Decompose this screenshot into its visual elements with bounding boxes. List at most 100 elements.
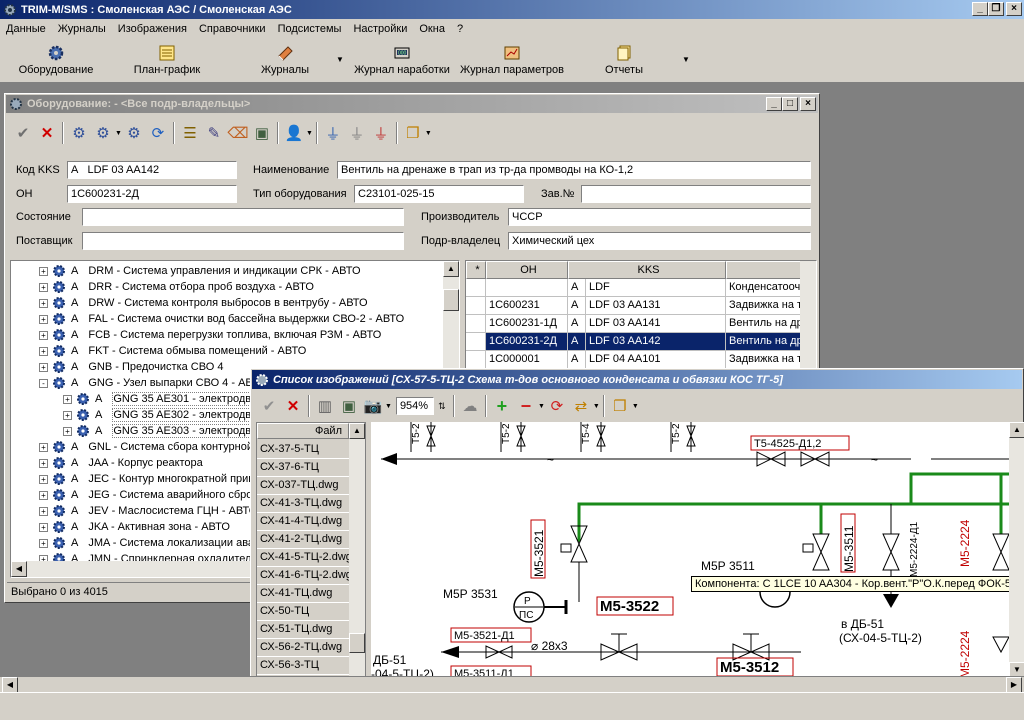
grid-cell-on[interactable]: 1С600231-1Д <box>486 315 568 333</box>
expand-icon[interactable]: + <box>39 362 48 372</box>
menu-item-5[interactable]: Настройки <box>347 23 413 35</box>
file-row[interactable]: СХ-50-ТЦ <box>257 603 349 621</box>
expand-icon[interactable]: + <box>39 346 48 356</box>
cloud-icon[interactable]: ☁ <box>458 394 482 418</box>
plan-button[interactable]: План-график <box>124 42 210 82</box>
collapse-icon[interactable]: - <box>39 378 48 388</box>
file-row[interactable]: СХ-51-ТЦ.dwg <box>257 621 349 639</box>
tree-node[interactable]: + A DRM - Система управления и индикации С… <box>11 263 361 279</box>
grid-cell-on[interactable]: 1С000001 <box>486 351 568 369</box>
confirm-icon[interactable]: ✔ <box>11 121 35 145</box>
tree-node[interactable]: + A DRW - Система контроля выбросов в вент… <box>11 295 368 311</box>
reports-dropdown-arrow[interactable]: ▼ <box>682 55 690 64</box>
remove-dropdown[interactable]: ▼ <box>538 403 545 410</box>
drawing-scroll-up[interactable]: ▲ <box>1009 422 1024 438</box>
menu-item-3[interactable]: Справочники <box>193 23 272 35</box>
equipment-window-title-bar[interactable]: Оборудование: - <Все подр-владельцы> _ □… <box>6 95 818 113</box>
tree-node[interactable]: + A FCB - Система перегрузки топлива, вклю… <box>11 327 381 343</box>
expand-icon[interactable]: + <box>39 314 48 324</box>
tree-node[interactable]: + A JKA - Активная зона - АВТО <box>11 519 230 535</box>
file-row[interactable]: СХ-037-ТЦ.dwg <box>257 477 349 495</box>
expand-icon[interactable]: + <box>63 426 72 436</box>
scheme-drawing[interactable]: Т5-2 Т5-2 Т5-4 Т5-2 Т5-4525-Д1,2 ~ ~ М5-… <box>371 422 1011 678</box>
edit-icon[interactable]: ✎ <box>202 121 226 145</box>
tree-node[interactable]: + A JAA - Корпус реактора <box>11 455 203 471</box>
eq-close-button[interactable]: × <box>800 97 816 111</box>
file-row[interactable]: СХ-41-3-ТЦ.dwg <box>257 495 349 513</box>
file-scroll-up[interactable]: ▲ <box>349 423 365 439</box>
img-camera-dropdown[interactable]: ▼ <box>385 403 392 410</box>
grid-header-kks[interactable]: KKS <box>568 261 726 279</box>
zoom-field[interactable]: 954% <box>395 397 434 415</box>
cancel-icon[interactable]: ✕ <box>35 121 59 145</box>
refresh-icon[interactable]: ⟳ <box>146 121 170 145</box>
file-row[interactable]: СХ-37-5-ТЦ <box>257 441 349 459</box>
tree-node[interactable]: + A JEV - Маслосистема ГЦН - АВТО <box>11 503 257 519</box>
gear-settings-icon[interactable]: ⚙ <box>122 121 146 145</box>
menu-item-4[interactable]: Подсистемы <box>272 23 348 35</box>
grid-row-marker[interactable] <box>466 333 486 351</box>
tree-node[interactable]: + A JMA - Система локализации аварий <box>11 535 272 551</box>
image-icon[interactable]: ▣ <box>250 121 274 145</box>
drawing-vscrollbar[interactable]: ▲ ▼ <box>1009 422 1024 678</box>
image-window-title-bar[interactable]: Список изображений [СХ-57-5-ТЦ-2 Схема т… <box>252 370 1022 389</box>
filter-off-icon[interactable]: ⏚ <box>345 121 369 145</box>
app-scroll-left[interactable]: ◀ <box>2 677 18 693</box>
eq-minimize-button[interactable]: _ <box>766 97 782 111</box>
grid-cell-a[interactable]: A <box>568 333 586 351</box>
app-title-bar[interactable]: TRIM-M/SMS : Смоленская АЭС / Смоленская… <box>0 0 1024 19</box>
filter-clear-icon[interactable]: ⏚ <box>369 121 393 145</box>
equipment-button[interactable]: Оборудование <box>14 42 98 82</box>
eq-maximize-button[interactable]: □ <box>782 97 798 111</box>
grid-cell-a[interactable]: A <box>568 279 586 297</box>
grid-header-on[interactable]: ОН <box>486 261 568 279</box>
grid-cell-name[interactable]: Задвижка на трубопроводе <box>726 297 806 315</box>
gear-green-icon[interactable]: ⚙ <box>91 121 115 145</box>
user-dropdown-arrow[interactable]: ▼ <box>306 130 313 137</box>
grid-row-marker[interactable] <box>466 297 486 315</box>
img-frame-icon[interactable]: ▥ <box>313 394 337 418</box>
tree-node[interactable]: + A GNB - Предочистка СВО 4 <box>11 359 223 375</box>
file-row[interactable]: СХ-37-6-ТЦ <box>257 459 349 477</box>
grid-cell-kks[interactable]: LDF 03 AA131 <box>586 297 726 315</box>
close-button[interactable]: × <box>1006 2 1022 16</box>
app-scroll-right[interactable]: ▶ <box>1006 677 1022 693</box>
grid-cell-name[interactable]: Вентиль на дренаже <box>726 315 806 333</box>
menu-item-7[interactable]: ? <box>451 23 469 35</box>
app-hscrollbar[interactable]: ◀ ▶ <box>0 676 1024 693</box>
file-scroll-thumb[interactable] <box>349 633 365 653</box>
expand-icon[interactable]: + <box>39 506 48 516</box>
tree-node[interactable]: - A GNG - Узел выпарки СВО 4 - АВТО <box>11 375 267 391</box>
restore-button[interactable]: ❐ <box>988 2 1004 16</box>
maker-field[interactable]: ЧССР <box>508 208 811 226</box>
file-row[interactable]: СХ-56-3-ТЦ <box>257 657 349 675</box>
expand-icon[interactable]: + <box>39 442 48 452</box>
file-row[interactable]: СХ-41-4-ТЦ.dwg <box>257 513 349 531</box>
file-row[interactable]: СХ-41-5-ТЦ-2.dwg <box>257 549 349 567</box>
expand-icon[interactable]: + <box>39 330 48 340</box>
grid-vscrollbar[interactable] <box>800 261 816 371</box>
swap-dropdown[interactable]: ▼ <box>593 403 600 410</box>
params-journal-button[interactable]: Журнал параметров <box>456 42 568 82</box>
list-icon[interactable]: ☰ <box>178 121 202 145</box>
owner-field[interactable]: Химический цех <box>508 232 811 250</box>
grid-row-marker[interactable] <box>466 315 486 333</box>
grid-cell-on[interactable]: 1С600231-2Д <box>486 333 568 351</box>
zoom-spinner[interactable]: ⇅ <box>434 394 450 418</box>
grid-row-marker[interactable] <box>466 351 486 369</box>
on-field[interactable]: 1С600231-2Д <box>67 185 237 203</box>
grid-header-name[interactable] <box>726 261 806 279</box>
swap-icon[interactable]: ⇄ <box>569 394 593 418</box>
kks-field[interactable]: A LDF 03 AA142 <box>67 161 237 179</box>
file-row[interactable]: СХ-41-6-ТЦ-2.dwg <box>257 567 349 585</box>
minimize-button[interactable]: _ <box>972 2 988 16</box>
file-row[interactable]: СХ-41-ТЦ.dwg <box>257 585 349 603</box>
file-row[interactable]: СХ-56-2-ТЦ.dwg <box>257 639 349 657</box>
grid-cell-name[interactable]: Конденсатоочистка <box>726 279 806 297</box>
grid-cell-kks[interactable]: LDF <box>586 279 726 297</box>
type-field[interactable]: С23101-025-15 <box>354 185 524 203</box>
file-row[interactable]: СХ-41-2-ТЦ.dwg <box>257 531 349 549</box>
journals-button[interactable]: Журналы <box>240 42 330 82</box>
grid-cell-kks[interactable]: LDF 04 AA101 <box>586 351 726 369</box>
menu-item-2[interactable]: Изображения <box>112 23 193 35</box>
